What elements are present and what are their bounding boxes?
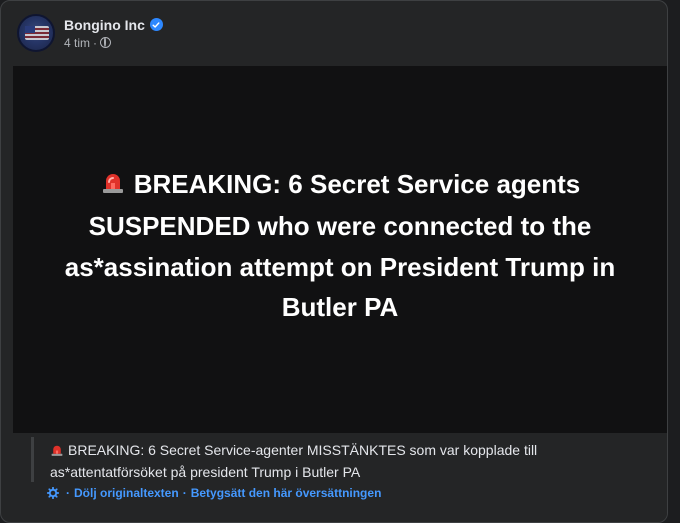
author-name[interactable]: Bongino Inc [64,17,145,33]
translated-text: BREAKING: 6 Secret Service-agenter MISST… [50,442,538,480]
time-separator: · [93,35,98,50]
rate-translation-link[interactable]: Betygsätt den här översättningen [191,486,382,500]
post-meta: Bongino Inc 4 tim · [64,17,163,50]
post-time[interactable]: 4 tim [64,36,90,50]
timestamp-row: 4 tim · [64,36,163,50]
post-card: Bongino Inc 4 tim · BREAKING: 6 Secret S… [0,0,668,523]
headline-text-block: BREAKING: 6 Secret Service agents SUSPEN… [40,164,640,328]
author-row: Bongino Inc [64,17,163,33]
links-separator: · [182,486,187,500]
translated-text-block: BREAKING: 6 Secret Service-agenter MISST… [31,437,650,482]
police-siren-icon [50,442,64,462]
avatar-flag-image [25,26,49,40]
police-siren-icon [100,166,126,207]
links-leading-separator: · [66,486,70,500]
post-header: Bongino Inc 4 tim · [17,13,163,53]
hide-original-link[interactable]: Dölj originaltexten [74,486,179,500]
globe-icon[interactable] [100,37,112,48]
headline-text: BREAKING: 6 Secret Service agents SUSPEN… [64,168,616,323]
post-image[interactable]: BREAKING: 6 Secret Service agents SUSPEN… [13,66,667,433]
translation-section: BREAKING: 6 Secret Service-agenter MISST… [13,433,667,522]
author-avatar[interactable] [17,14,55,52]
verified-badge-icon [149,18,163,31]
translation-links: · Dölj originaltexten · Betygsätt den hä… [46,486,382,500]
gear-icon [46,486,60,500]
